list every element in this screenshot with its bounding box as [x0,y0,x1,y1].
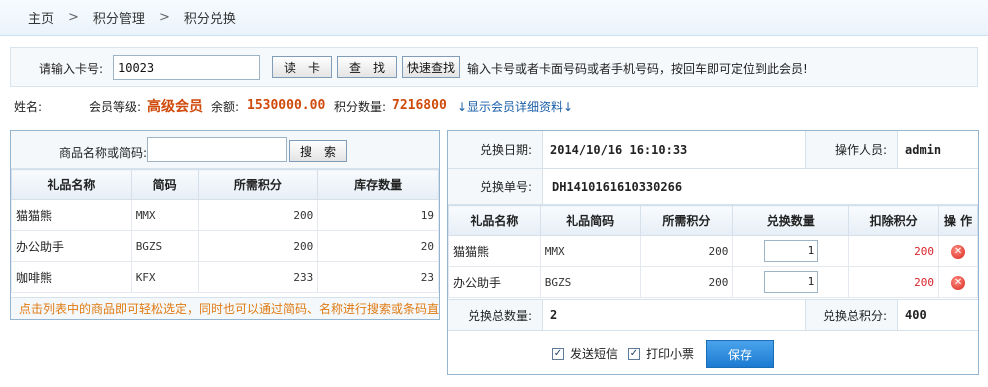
send-sms-label: 发送短信 [570,347,619,361]
save-button[interactable]: 保存 [706,340,774,368]
gift-name: 咖啡熊 [11,261,132,293]
gift-code: KFX [130,261,199,293]
exchange-required-points: 200 [639,266,734,298]
delete-icon[interactable]: ✕ [951,245,966,259]
total-quantity-label: 兑换总数量: [448,300,543,330]
card-hint: 输入卡号或者卡面号码或者手机号码，按回车即可定位到此会员! [467,62,808,76]
gift-table-header[interactable]: 库存数量 [317,169,439,200]
member-level: 高级会员 [147,99,203,115]
exchange-table: 礼品名称 礼品简码 所需积分 兑换数量 扣除积分 操 作 猫猫熊 MMX 200… [448,205,978,298]
card-search-bar: 请输入卡号: 读 卡 查 找 快速查找 输入卡号或者卡面号码或者手机号码，按回车… [10,47,978,87]
exchange-date: 2014/10/16 16:10:33 [550,142,688,157]
exchange-date-row: 兑换日期: 2014/10/16 16:10:33 操作人员: admin [448,131,978,169]
table-row[interactable]: 猫猫熊 MMX 200 19 [11,199,439,231]
breadcrumb-points-management[interactable]: 积分管理 [93,8,145,27]
total-points: 400 [905,308,927,322]
balance-label: 余额: [211,100,240,114]
gift-search-button[interactable]: 搜 索 [289,140,347,162]
gift-name: 猫猫熊 [11,199,132,231]
card-number-input[interactable] [113,55,260,80]
exchange-required-points: 200 [639,235,734,267]
exchange-quantity-input[interactable]: 1 [764,240,819,262]
find-button[interactable]: 查 找 [337,56,397,78]
print-ticket-checkbox[interactable]: ✓ 打印小票 [628,345,694,362]
gift-stock: 19 [317,199,439,231]
operator-label: 操作人员: [805,131,898,168]
exchange-deducted-points: 200 [848,266,940,298]
show-member-details-link[interactable]: ↓显示会员详细资料↓ [457,98,573,115]
exchange-panel: 兑换日期: 2014/10/16 16:10:33 操作人员: admin 兑换… [447,130,979,375]
member-info: 姓名: 会员等级: 高级会员 余额: 1530000.00 积分数量: 7216… [14,98,974,116]
exchange-deducted-points: 200 [848,235,940,267]
exchange-table-header: 兑换数量 [732,205,850,236]
gift-table-header[interactable]: 所需积分 [197,169,319,200]
gift-stock: 20 [317,230,439,262]
table-row[interactable]: 办公助手 BGZS 200 20 [11,230,439,262]
gift-list-tip: 点击列表中的商品即可轻松选定，同时也可以通过简码、名称进行搜索或条码直接定位! [11,297,439,319]
checkbox-checked-icon[interactable]: ✓ [552,347,564,360]
name-label: 姓名: [14,100,43,114]
gift-search-input[interactable] [147,137,287,162]
exchange-table-header: 所需积分 [639,205,734,236]
exchange-gift-name: 办公助手 [448,266,541,298]
points-value: 7216800 [392,98,447,113]
card-number-label: 请输入卡号: [39,62,104,76]
exchange-table-header: 操 作 [938,205,978,236]
breadcrumb-separator: > [68,10,79,25]
delete-icon[interactable]: ✕ [951,276,966,290]
breadcrumb: 主页 > 积分管理 > 积分兑换 [0,0,988,36]
operator-value: admin [905,142,942,157]
breadcrumb-home[interactable]: 主页 [28,8,54,27]
gift-search-label: 商品名称或简码: [59,146,148,160]
exchange-quantity-input[interactable]: 1 [764,271,819,293]
read-card-button[interactable]: 读 卡 [272,56,332,78]
table-row: 办公助手 BGZS 200 1 200 ✕ [448,266,978,298]
exchange-table-header: 扣除积分 [848,205,940,236]
exchange-footer: ✓ 发送短信 ✓ 打印小票 保存 [448,331,978,375]
balance-value: 1530000.00 [247,98,326,113]
gift-points: 200 [197,230,319,262]
totals-row: 兑换总数量: 2 兑换总积分: 400 [448,299,978,331]
gift-name: 办公助手 [11,230,132,262]
gift-search-row: 商品名称或简码: 搜 索 [11,131,439,169]
table-row: 猫猫熊 MMX 200 1 200 ✕ [448,235,978,267]
member-level-label: 会员等级: [89,100,142,114]
checkbox-checked-icon[interactable]: ✓ [628,347,640,360]
order-number-label: 兑换单号: [448,169,543,204]
exchange-gift-name: 猫猫熊 [448,235,541,267]
print-ticket-label: 打印小票 [646,347,695,361]
gift-list-panel: 商品名称或简码: 搜 索 礼品名称 简码 所需积分 库存数量 猫猫熊 MMX 2… [10,130,440,320]
gift-table: 礼品名称 简码 所需积分 库存数量 猫猫熊 MMX 200 19 办公助手 BG… [11,169,439,293]
gift-points: 200 [197,199,319,231]
order-number-row: 兑换单号: DH1410161610330266 [448,169,978,205]
gift-table-header[interactable]: 礼品名称 [11,169,132,200]
gift-code: BGZS [130,230,199,262]
gift-stock: 23 [317,261,439,293]
exchange-gift-code: BGZS [539,266,641,298]
breadcrumb-separator: > [158,10,170,25]
exchange-date-label: 兑换日期: [448,131,543,168]
total-points-label: 兑换总积分: [805,300,898,330]
gift-points: 233 [197,261,319,293]
order-number: DH1410161610330266 [552,179,683,194]
gift-table-header[interactable]: 简码 [130,169,199,200]
breadcrumb-points-exchange: 积分兑换 [183,12,236,27]
exchange-table-header: 礼品名称 [448,205,541,236]
total-quantity: 2 [550,308,558,322]
exchange-table-header: 礼品简码 [539,205,641,236]
quick-find-button[interactable]: 快速查找 [402,56,460,78]
send-sms-checkbox[interactable]: ✓ 发送短信 [552,345,618,362]
table-row[interactable]: 咖啡熊 KFX 233 23 [11,261,439,293]
gift-code: MMX [130,199,199,231]
points-label: 积分数量: [334,100,387,114]
exchange-gift-code: MMX [539,235,641,267]
